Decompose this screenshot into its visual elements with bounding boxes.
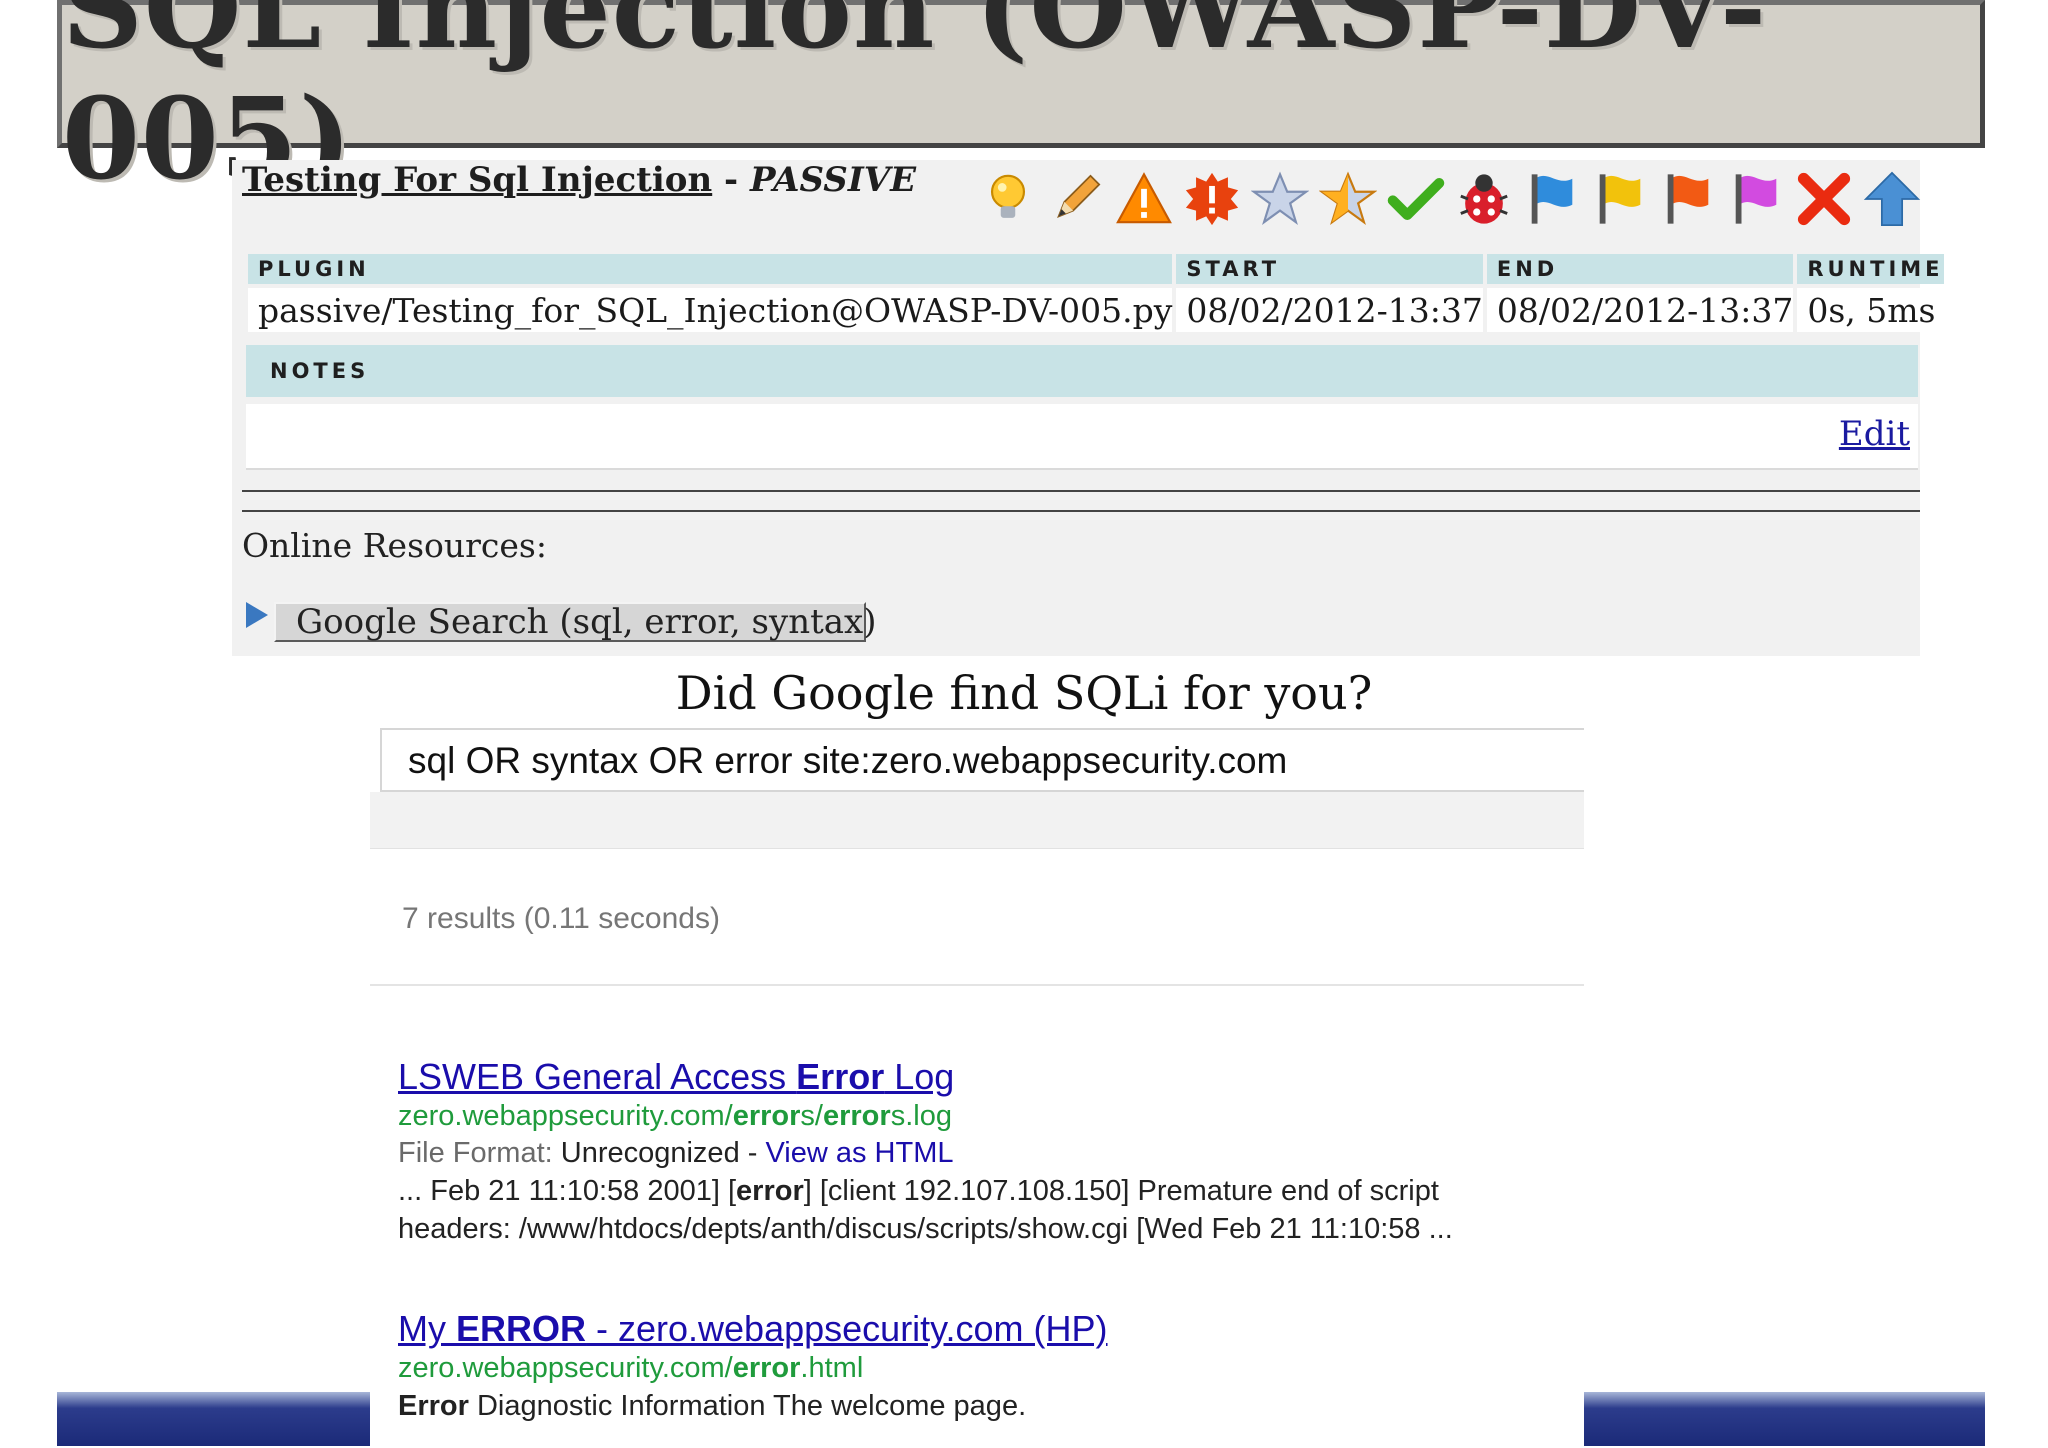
plugin-info-table: PLUGIN START END RUNTIME passive/Testing… (244, 250, 1948, 336)
url-text: s.log (890, 1100, 952, 1132)
star-outline-icon[interactable] (1249, 168, 1311, 230)
column-header-start: START (1176, 254, 1483, 284)
result-title-text: LSWEB General Access (398, 1056, 797, 1097)
url-text: zero.webappsecurity.com/ (398, 1100, 733, 1132)
google-caption: Did Google find SQLi for you? (675, 666, 1373, 720)
start-cell: 08/02/2012-13:37 (1176, 288, 1483, 332)
google-search-button[interactable]: Google Search (sql, error, syntax) (274, 602, 876, 642)
report-panel: Testing For Sql Injection - PASSIVE PLUG… (232, 160, 1944, 656)
search-query-text: sql OR syntax OR error site:zero.webapps… (408, 740, 1288, 781)
result-title-text: Log (884, 1056, 955, 1097)
plugin-link[interactable]: Testing For Sql Injection (242, 160, 712, 200)
check-icon[interactable] (1385, 168, 1447, 230)
snippet-highlight: error (736, 1175, 804, 1207)
star-half-icon[interactable] (1317, 168, 1379, 230)
lightbulb-icon[interactable] (977, 168, 1039, 230)
result-title-link[interactable]: My ERROR - zero.webappsecurity.com (HP) (398, 1308, 1108, 1350)
yellow-flag-icon[interactable] (1589, 168, 1651, 230)
result-title-text: My (398, 1308, 456, 1349)
url-highlight: error (732, 1100, 801, 1132)
snippet-highlight: Error (398, 1390, 469, 1422)
result-url: zero.webappsecurity.com/error.html (398, 1352, 1108, 1385)
search-toolbar-area (370, 792, 1584, 849)
divider (370, 984, 1584, 986)
purple-flag-icon[interactable] (1725, 168, 1787, 230)
column-header-end: END (1486, 254, 1794, 284)
column-header-runtime: RUNTIME (1797, 254, 1944, 284)
result-title-text: - zero.webappsecurity.com (HP) (586, 1308, 1108, 1349)
snippet-text: ] [client 192.107.108.150] Premature end… (803, 1175, 1439, 1207)
url-highlight: error (732, 1352, 801, 1384)
heading-separator: - (712, 160, 750, 200)
expand-arrow-icon[interactable] (246, 602, 268, 628)
result-snippet: ... Feb 21 11:10:58 2001] [error] [clien… (398, 1172, 1453, 1210)
result-title-highlight: ERROR (456, 1308, 587, 1349)
url-text: .html (800, 1352, 864, 1384)
search-input[interactable]: sql OR syntax OR error site:zero.webapps… (380, 728, 1584, 792)
search-result: LSWEB General Access Error Log zero.weba… (398, 1056, 1453, 1248)
bug-icon[interactable] (1453, 168, 1515, 230)
file-format-value: Unrecognized (560, 1137, 740, 1169)
google-results-screenshot: Did Google find SQLi for you? sql OR syn… (370, 660, 1584, 1448)
file-format-separator: - (739, 1137, 766, 1169)
result-title-highlight: Error (796, 1056, 885, 1097)
result-file-format: File Format: Unrecognized - View as HTML (398, 1137, 1453, 1170)
divider (242, 490, 1920, 492)
slide-title: SQL Injection (OWASP-DV-005) (62, 0, 1768, 205)
result-title-link[interactable]: LSWEB General Access Error Log (398, 1056, 1453, 1098)
result-snippet: headers: /www/htdocs/depts/anth/discus/s… (398, 1213, 1453, 1245)
url-text: s/ (800, 1100, 823, 1132)
url-highlight: error (822, 1100, 891, 1132)
plugin-cell: passive/Testing_for_SQL_Injection@OWASP-… (248, 288, 1173, 332)
blue-flag-icon[interactable] (1521, 168, 1583, 230)
results-count: 7 results (0.11 seconds) (402, 902, 720, 935)
divider (242, 510, 1920, 512)
result-snippet: Error Diagnostic Information The welcome… (398, 1387, 1108, 1425)
edit-link[interactable]: Edit (1839, 414, 1910, 454)
action-icon-row (977, 164, 1923, 234)
footer-bar-left (57, 1392, 377, 1446)
url-text: zero.webappsecurity.com/ (398, 1352, 733, 1384)
delete-icon[interactable] (1793, 168, 1855, 230)
footer-bar-right (1584, 1392, 1985, 1446)
plugin-mode: PASSIVE (750, 160, 917, 200)
snippet-text: Diagnostic Information The welcome page. (468, 1390, 1027, 1422)
end-cell: 08/02/2012-13:37 (1486, 288, 1794, 332)
search-result: My ERROR - zero.webappsecurity.com (HP) … (398, 1308, 1108, 1425)
plugin-heading: Testing For Sql Injection - PASSIVE (242, 160, 916, 200)
table-header-row: PLUGIN START END RUNTIME (248, 254, 1944, 284)
pencil-icon[interactable] (1045, 168, 1107, 230)
column-header-plugin: PLUGIN (248, 254, 1173, 284)
snippet-text: ... Feb 21 11:10:58 2001] [ (398, 1175, 737, 1207)
alert-burst-icon[interactable] (1181, 168, 1243, 230)
notes-body: Edit (246, 404, 1918, 470)
view-as-html-link[interactable]: View as HTML (765, 1137, 953, 1169)
result-url: zero.webappsecurity.com/errors/errors.lo… (398, 1100, 1453, 1133)
slide-title-banner: SQL Injection (OWASP-DV-005) (57, 0, 1985, 205)
notes-header: NOTES (246, 345, 1918, 397)
table-row: passive/Testing_for_SQL_Injection@OWASP-… (248, 288, 1944, 332)
runtime-cell: 0s, 5ms (1797, 288, 1944, 332)
warning-icon[interactable] (1113, 168, 1175, 230)
file-format-label: File Format: (398, 1137, 561, 1169)
orange-flag-icon[interactable] (1657, 168, 1719, 230)
up-arrow-icon[interactable] (1861, 168, 1923, 230)
online-resources-label: Online Resources: (242, 526, 547, 565)
